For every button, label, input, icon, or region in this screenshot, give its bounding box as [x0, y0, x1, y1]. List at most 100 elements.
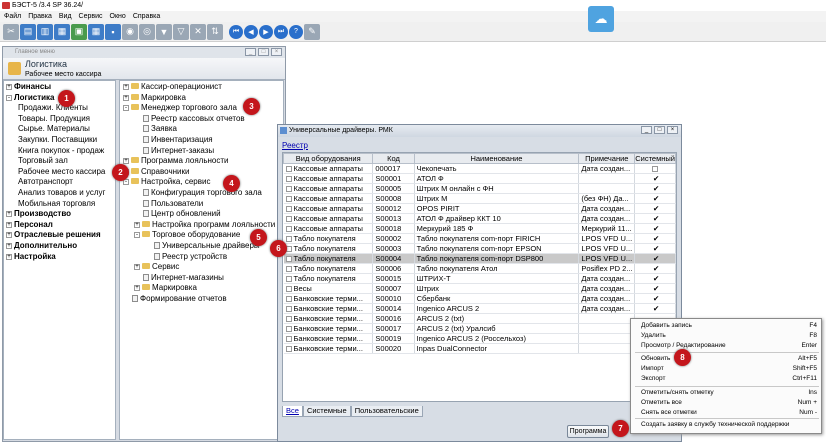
- maximize-icon[interactable]: □: [258, 48, 269, 56]
- help-icon[interactable]: ?: [289, 24, 303, 39]
- cut-icon[interactable]: ✂: [3, 23, 19, 40]
- column-header[interactable]: Примечание: [578, 153, 636, 164]
- tab-system[interactable]: Системные: [302, 406, 351, 417]
- module-tree-item[interactable]: Универсальные драйверы: [154, 241, 260, 251]
- module-tree-item[interactable]: Реестр кассовых отчетов: [143, 114, 245, 124]
- expand-icon[interactable]: +: [6, 221, 12, 228]
- context-menu-item[interactable]: Обновить Alt+F5: [641, 355, 817, 363]
- cloud-upload-icon[interactable]: ☁: [588, 6, 614, 32]
- row-checkbox[interactable]: [285, 256, 292, 262]
- table-row[interactable]: Табло покупателя S00006 Табло покупателя А…: [283, 263, 676, 274]
- menu-help[interactable]: Справка: [133, 11, 160, 22]
- row-checkbox[interactable]: [285, 286, 292, 292]
- row-checkbox[interactable]: [285, 266, 292, 272]
- dialog-maximize-icon[interactable]: □: [654, 126, 665, 134]
- context-menu-item[interactable]: Отметить/снять отметку Ins: [641, 389, 817, 397]
- table-icon[interactable]: ▦: [88, 23, 104, 40]
- expand-icon[interactable]: -: [134, 232, 140, 239]
- left-tree-item[interactable]: Рабочее место кассира: [18, 167, 105, 177]
- table-row[interactable]: Банковские терми... S00010 Сбербанк Дата со…: [283, 293, 676, 304]
- module-tree-item[interactable]: Инвентаризация: [143, 135, 213, 145]
- left-tree-item[interactable]: + Производство: [6, 209, 71, 219]
- table-row[interactable]: Банковские терми... S00019 Ingenico ARCUS …: [283, 333, 676, 344]
- dialog-close-icon[interactable]: ×: [667, 126, 678, 134]
- row-checkbox[interactable]: [285, 336, 292, 342]
- context-menu-item[interactable]: Экспорт Ctrl+F11: [641, 375, 817, 383]
- settings-icon[interactable]: ✎: [304, 23, 320, 40]
- context-menu-item[interactable]: Создать заявку в службу технической подд…: [641, 421, 817, 429]
- row-checkbox[interactable]: [285, 206, 292, 212]
- module-tree-item[interactable]: Реестр устройств: [154, 252, 227, 262]
- table-row[interactable]: Кассовые аппараты S00008 Штрих М (без ФН) Д…: [283, 193, 676, 204]
- module-tree-item[interactable]: +Справочники: [123, 167, 189, 177]
- context-menu-item[interactable]: Добавить запись F4: [641, 322, 817, 330]
- row-checkbox[interactable]: [285, 316, 292, 322]
- expand-icon[interactable]: +: [6, 243, 12, 249]
- left-tree-item[interactable]: Сырье. Материалы: [18, 124, 90, 134]
- clear-filter-icon[interactable]: ✕: [190, 23, 206, 40]
- last-record-icon[interactable]: ⏭: [274, 24, 288, 39]
- table-row[interactable]: Табло покупателя S00003 Табло покупателя c…: [283, 243, 676, 254]
- save-icon[interactable]: ▪: [105, 23, 121, 40]
- table-row[interactable]: Кассовые аппараты 000017 Чекопечать Дата со…: [283, 163, 676, 174]
- previous-record-icon[interactable]: ◀: [244, 24, 258, 39]
- left-tree-item[interactable]: Книга покупок - продаж: [18, 146, 104, 156]
- expand-icon[interactable]: +: [6, 253, 12, 260]
- table-row[interactable]: Табло покупателя S00002 Табло покупателя c…: [283, 233, 676, 244]
- row-checkbox[interactable]: [285, 186, 292, 192]
- table-row[interactable]: Кассовые аппараты S00013 АТОЛ Ф драйвер КК…: [283, 213, 676, 224]
- dialog-minimize-icon[interactable]: _: [641, 126, 652, 134]
- left-tree-item[interactable]: Товары. Продукция: [18, 114, 90, 124]
- tab-user[interactable]: Пользовательские: [350, 406, 423, 417]
- table-row[interactable]: Банковские терми... S00014 Ingenico ARCUS …: [283, 303, 676, 314]
- context-menu-item[interactable]: Отметить все Num +: [641, 399, 817, 407]
- export-icon[interactable]: ▣: [71, 23, 87, 40]
- left-tree-item[interactable]: + Финансы: [6, 82, 51, 92]
- sort-icon[interactable]: ⇅: [207, 23, 223, 40]
- module-tree-item[interactable]: + Сервис: [134, 262, 179, 272]
- column-header[interactable]: Системный: [634, 153, 676, 164]
- document-icon[interactable]: ▦: [54, 23, 70, 40]
- module-tree-item[interactable]: Заявка: [143, 124, 177, 134]
- left-tree-item[interactable]: Мобильная торговля: [18, 199, 95, 209]
- module-tree-item[interactable]: Центр обновлений: [143, 209, 221, 219]
- table-row[interactable]: Банковские терми... S00017 ARCUS 2 (txt) У…: [283, 323, 676, 334]
- module-tree-item[interactable]: + Маркировка: [134, 283, 197, 293]
- module-tree-item[interactable]: + Маркировка: [123, 93, 186, 103]
- filter-icon[interactable]: ▼: [156, 23, 172, 40]
- menu-view[interactable]: Вид: [59, 11, 72, 22]
- table-row[interactable]: Кассовые аппараты S00001 АТОЛ Ф ✔: [283, 173, 676, 184]
- expand-icon[interactable]: +: [123, 84, 129, 90]
- left-tree-item[interactable]: - Логистика: [6, 93, 55, 103]
- module-tree-item[interactable]: Формирование отчетов: [132, 294, 227, 304]
- module-tree-item[interactable]: Конфигурация торгового зала: [143, 188, 262, 198]
- left-tree-item[interactable]: Торговый зал: [18, 156, 68, 166]
- left-tree-item[interactable]: Продажи. Клиенты: [18, 103, 88, 113]
- table-row[interactable]: Табло покупателя S00015 ШТРИХ-Т Дата создан…: [283, 273, 676, 284]
- context-menu-item[interactable]: Удалить F8: [641, 332, 817, 340]
- minimize-icon[interactable]: _: [245, 48, 256, 56]
- find-next-icon[interactable]: ◎: [139, 23, 155, 40]
- menu-file[interactable]: Файл: [4, 11, 21, 22]
- row-checkbox[interactable]: [285, 306, 292, 312]
- table-row[interactable]: Табло покупателя S00004 Табло покупателя c…: [283, 253, 676, 264]
- expand-icon[interactable]: +: [6, 232, 12, 239]
- left-tree-item[interactable]: Анализ товаров и услуг: [18, 188, 105, 198]
- expand-icon[interactable]: +: [134, 285, 140, 292]
- column-header[interactable]: Вид оборудования: [283, 153, 374, 164]
- module-tree-item[interactable]: + Кассир-операционист: [123, 82, 222, 92]
- print-preview-icon[interactable]: ▥: [37, 23, 53, 40]
- row-checkbox[interactable]: [285, 326, 292, 332]
- expand-icon[interactable]: -: [123, 105, 129, 112]
- menu-window[interactable]: Окно: [110, 11, 126, 22]
- row-checkbox[interactable]: [285, 216, 292, 222]
- row-checkbox[interactable]: [285, 236, 292, 242]
- left-tree-item[interactable]: Автотранспорт: [18, 177, 73, 187]
- column-header[interactable]: Наименование: [413, 153, 580, 164]
- column-header[interactable]: Код: [372, 153, 415, 164]
- expand-icon[interactable]: +: [134, 221, 140, 228]
- left-tree-item[interactable]: + Персонал: [6, 220, 53, 230]
- module-tree-item[interactable]: - Менеджер торгового зала: [123, 103, 237, 113]
- expand-icon[interactable]: +: [123, 158, 129, 165]
- module-tree-item[interactable]: Пользователи: [143, 199, 203, 209]
